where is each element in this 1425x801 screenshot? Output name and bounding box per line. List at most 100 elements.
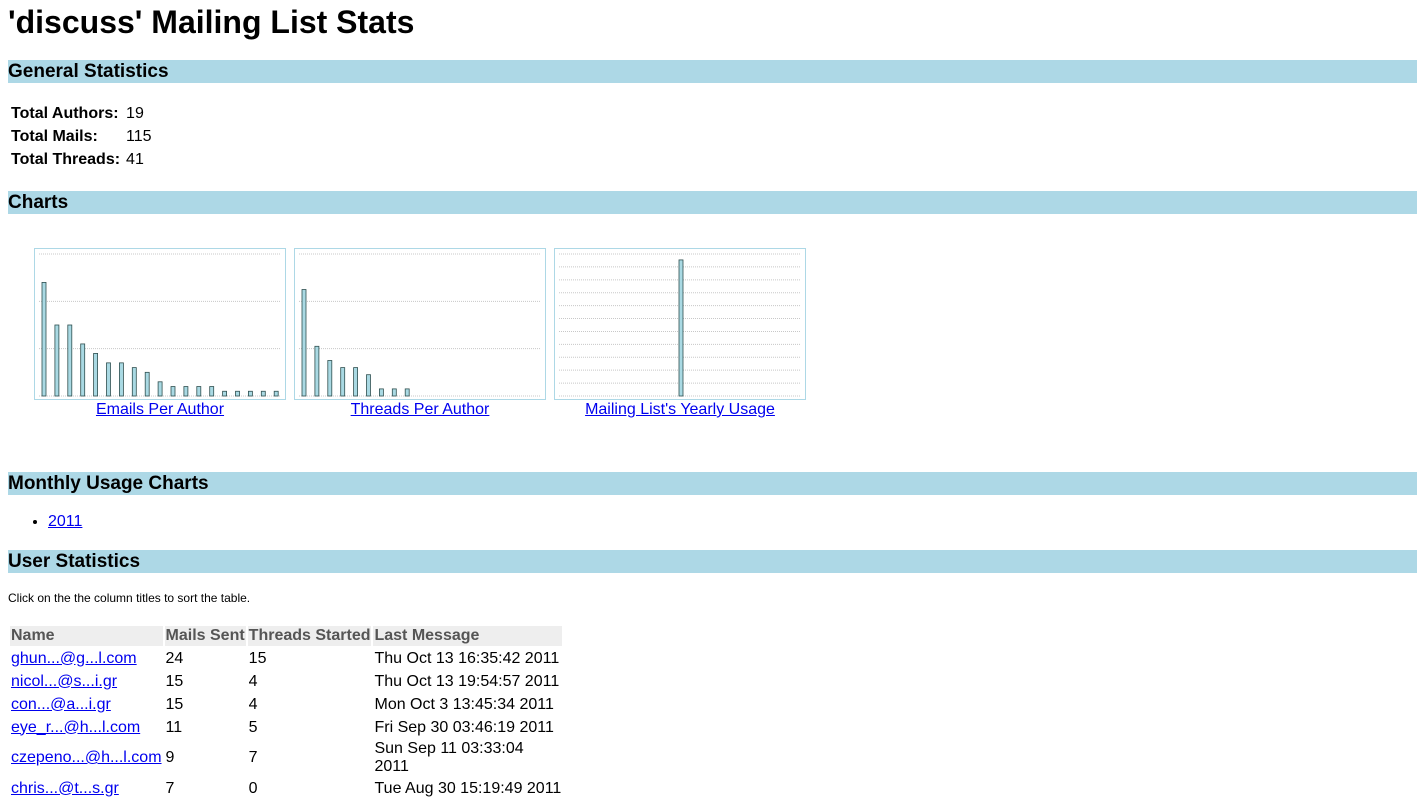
- chart-bar: [404, 388, 410, 397]
- stat-value: 41: [126, 150, 144, 168]
- yearly-usage-chart[interactable]: [554, 248, 806, 400]
- threads-started-cell: 15: [248, 649, 267, 667]
- column-header-mails-sent[interactable]: Mails Sent: [164, 626, 246, 646]
- user-name-cell: chris...@t...s.gr: [10, 778, 163, 799]
- chart-bar: [366, 374, 371, 397]
- table-row: czepeno...@h...l.com 9 7 Sun Sep 11 03:3…: [10, 740, 562, 776]
- column-header-last-message[interactable]: Last Message: [373, 626, 563, 646]
- chart-yearly-usage[interactable]: Mailing List's Yearly Usage: [554, 248, 806, 419]
- year-link-2011[interactable]: 2011: [48, 513, 82, 530]
- column-header-threads-started[interactable]: Threads Started: [247, 626, 372, 646]
- chart-bar: [273, 390, 279, 397]
- stat-row: Total Threads: 41: [8, 148, 155, 171]
- chart-bar: [247, 390, 253, 397]
- chart-bar: [301, 289, 307, 397]
- last-message-cell: Thu Oct 13 19:54:57 2011: [374, 672, 560, 690]
- last-message-cell: Fri Sep 30 03:46:19 2011: [374, 718, 554, 736]
- chart-bar: [119, 362, 124, 397]
- chart-bar: [67, 324, 73, 397]
- chart-bar: [131, 367, 137, 397]
- user-link[interactable]: nicol...@s...i.gr: [11, 673, 117, 690]
- user-name-cell: czepeno...@h...l.com: [10, 740, 163, 776]
- threads-started-cell: 0: [248, 779, 258, 797]
- section-charts: Charts: [8, 191, 1417, 214]
- chart-bar: [106, 362, 111, 397]
- chart-bar: [93, 353, 98, 397]
- chart-bar: [391, 388, 397, 397]
- user-link[interactable]: eye_r...@h...l.com: [11, 719, 140, 736]
- table-header-row: Name Mails Sent Threads Started Last Mes…: [10, 626, 563, 646]
- user-name-cell: nicol...@s...i.gr: [10, 671, 163, 692]
- yearly-usage-link[interactable]: Mailing List's Yearly Usage: [554, 401, 806, 419]
- user-link[interactable]: ghun...@g...l.com: [11, 650, 137, 667]
- chart-threads-per-author[interactable]: Threads Per Author: [294, 248, 546, 419]
- user-link[interactable]: czepeno...@h...l.com: [11, 749, 162, 766]
- emails-per-author-link[interactable]: Emails Per Author: [34, 401, 286, 419]
- chart-bar: [353, 367, 358, 397]
- year-list: 2011: [8, 495, 1417, 531]
- column-header-name[interactable]: Name: [10, 626, 163, 646]
- section-user-statistics: User Statistics: [8, 550, 1417, 573]
- user-stats-table: Name Mails Sent Threads Started Last Mes…: [8, 624, 564, 801]
- table-row: nicol...@s...i.gr 15 4 Thu Oct 13 19:54:…: [10, 671, 562, 692]
- chart-bar: [260, 390, 266, 397]
- emails-per-author-chart[interactable]: [34, 248, 286, 400]
- chart-bar: [379, 388, 384, 397]
- chart-bar: [41, 282, 47, 397]
- last-message-cell: Mon Oct 3 13:45:34 2011: [374, 695, 554, 713]
- mails-sent-cell: 15: [165, 695, 184, 713]
- chart-bar: [80, 343, 86, 397]
- last-message-cell: Tue Aug 30 15:19:49 2011: [374, 779, 562, 797]
- mails-sent-cell: 24: [165, 649, 184, 667]
- threads-started-cell: 7: [248, 749, 258, 766]
- table-row: eye_r...@h...l.com 11 5 Fri Sep 30 03:46…: [10, 717, 562, 738]
- chart-bar: [144, 371, 150, 397]
- stat-row: Total Mails: 115: [8, 125, 155, 148]
- chart-emails-per-author[interactable]: Emails Per Author: [34, 248, 286, 419]
- stat-value: 19: [126, 104, 144, 122]
- page-title: 'discuss' Mailing List Stats: [8, 4, 415, 40]
- threads-per-author-link[interactable]: Threads Per Author: [294, 401, 546, 419]
- user-link[interactable]: con...@a...i.gr: [11, 696, 111, 713]
- last-message-cell: Thu Oct 13 16:35:42 2011: [374, 649, 560, 667]
- stat-label: Total Threads:: [11, 150, 121, 168]
- threads-started-cell: 5: [248, 718, 258, 736]
- chart-bar: [327, 360, 333, 397]
- threads-started-cell: 4: [248, 695, 258, 713]
- user-name-cell: eye_r...@h...l.com: [10, 717, 163, 738]
- mails-sent-cell: 11: [165, 718, 183, 736]
- chart-bar: [678, 259, 684, 397]
- user-name-cell: ghun...@g...l.com: [10, 648, 163, 669]
- last-message-cell: Sun Sep 11 03:33:04 2011: [374, 740, 524, 775]
- chart-bar: [196, 386, 202, 397]
- chart-bar: [183, 386, 189, 397]
- general-stats: Total Authors: 19 Total Mails: 115 Total…: [8, 102, 1417, 171]
- mails-sent-cell: 9: [165, 749, 175, 766]
- chart-bar: [54, 324, 60, 397]
- table-row: chris...@t...s.gr 7 0 Tue Aug 30 15:19:4…: [10, 778, 562, 799]
- threads-started-cell: 4: [248, 672, 258, 690]
- stat-value: 115: [126, 127, 152, 145]
- mails-sent-cell: 7: [165, 779, 175, 797]
- year-item: 2011: [48, 495, 1417, 531]
- section-general-statistics: General Statistics: [8, 60, 1417, 83]
- chart-bar: [157, 381, 163, 397]
- user-link[interactable]: chris...@t...s.gr: [11, 780, 119, 797]
- monthly-list: 2011: [8, 495, 1417, 550]
- charts-area: Emails Per Author Threads Per Author Mai…: [8, 214, 1417, 472]
- mails-sent-cell: 15: [165, 672, 184, 690]
- chart-bar: [222, 390, 228, 397]
- chart-bar: [314, 345, 320, 397]
- chart-bar: [340, 367, 346, 397]
- chart-bar: [209, 386, 215, 397]
- table-row: con...@a...i.gr 15 4 Mon Oct 3 13:45:34 …: [10, 694, 562, 715]
- stat-row: Total Authors: 19: [8, 102, 155, 125]
- sort-hint: Click on the the column titles to sort t…: [8, 591, 251, 605]
- table-row: ghun...@g...l.com 24 15 Thu Oct 13 16:35…: [10, 648, 562, 669]
- threads-per-author-chart[interactable]: [294, 248, 546, 400]
- chart-bar: [235, 390, 240, 397]
- user-name-cell: con...@a...i.gr: [10, 694, 163, 715]
- chart-bar: [170, 386, 176, 397]
- stat-label: Total Authors:: [11, 104, 119, 122]
- stat-label: Total Mails:: [11, 127, 98, 145]
